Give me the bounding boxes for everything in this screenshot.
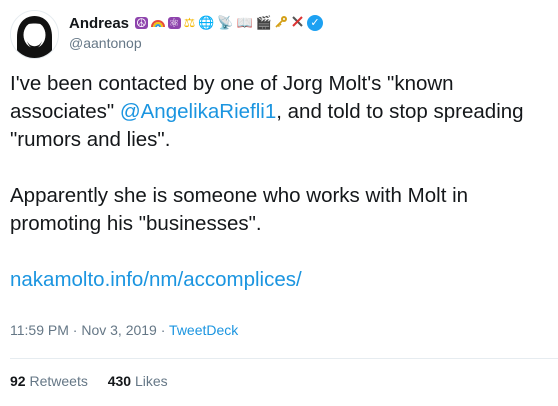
tools-icon: [291, 15, 304, 31]
key-icon: [275, 15, 288, 31]
url-link[interactable]: nakamolto.info/nm/accomplices/: [10, 268, 302, 291]
retweets-stat[interactable]: 92 Retweets: [10, 373, 88, 389]
tweet-stats: 92 Retweets 430 Likes: [10, 373, 184, 389]
tweet-date[interactable]: Nov 3, 2019: [81, 322, 157, 338]
meta-separator: ·: [156, 322, 170, 338]
retweets-label: Retweets: [29, 373, 88, 389]
camera-icon: 🎬: [255, 15, 272, 31]
tweet-paragraph-2: Apparently she is someone who works with…: [10, 184, 469, 235]
verified-badge-icon: ✓: [306, 15, 323, 31]
display-name[interactable]: Andreas: [69, 15, 129, 32]
avatar-image: [11, 11, 58, 58]
meta-separator: ·: [68, 322, 82, 338]
rainbow-icon: [150, 16, 165, 31]
tweet-card: Andreas ☮ ⚛ ⚖ 🌐 📡 📖 🎬 ✓ @aantonop I've b…: [0, 0, 558, 406]
retweets-count: 92: [10, 373, 26, 389]
tweet-paragraph-3: nakamolto.info/nm/accomplices/: [10, 266, 550, 294]
tweet-metadata: 11:59 PM · Nov 3, 2019 · TweetDeck: [10, 322, 238, 338]
tweet-text: I've been contacted by one of Jorg Molt'…: [10, 70, 550, 294]
mention-link[interactable]: @AngelikaRiefli1: [120, 100, 276, 123]
likes-count: 430: [107, 373, 132, 389]
atom-icon: ⚛: [167, 16, 181, 30]
user-handle[interactable]: @aantonop: [69, 35, 142, 51]
book-icon: 📖: [236, 15, 253, 31]
globe-icon: 🌐: [198, 15, 215, 31]
divider: [10, 358, 558, 359]
tweet-source-link[interactable]: TweetDeck: [169, 322, 238, 338]
name-row: Andreas ☮ ⚛ ⚖ 🌐 📡 📖 🎬 ✓: [69, 12, 323, 34]
avatar[interactable]: [10, 10, 59, 59]
scales-icon: ⚖: [183, 15, 196, 31]
likes-label: Likes: [134, 373, 168, 389]
likes-stat[interactable]: 430 Likes: [108, 373, 168, 389]
tweet-paragraph-1: I've been contacted by one of Jorg Molt'…: [10, 70, 550, 154]
tweet-time[interactable]: 11:59 PM: [10, 322, 69, 338]
peace-icon: ☮: [135, 16, 148, 30]
satellite-icon: 📡: [217, 15, 234, 31]
